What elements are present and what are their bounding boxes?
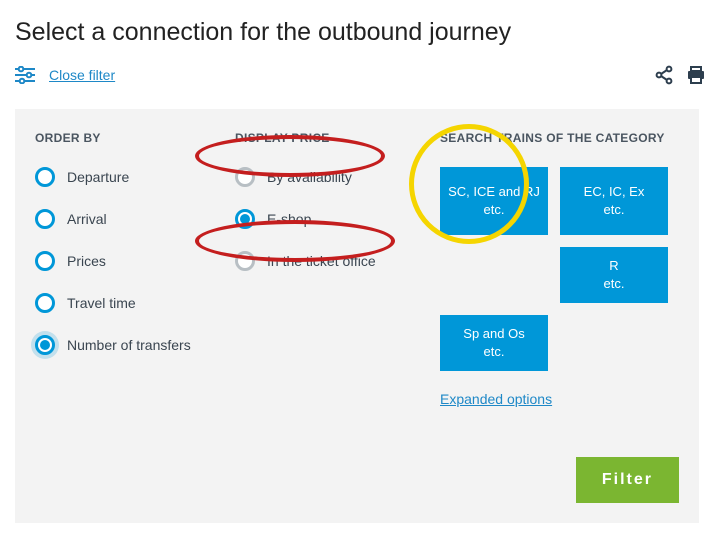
radio-availability[interactable]: By availability: [235, 167, 440, 187]
category-ec-ic-ex[interactable]: EC, IC, Exetc.: [560, 167, 668, 235]
display-price-section: DISPLAY PRICE By availability E-shop In …: [235, 131, 440, 409]
radio-icon: [235, 167, 255, 187]
radio-icon: [35, 209, 55, 229]
radio-label: E-shop: [267, 211, 311, 227]
radio-prices[interactable]: Prices: [35, 251, 235, 271]
category-heading: SEARCH TRAINS OF THE CATEGORY: [440, 131, 679, 145]
radio-icon: [35, 335, 55, 355]
category-r[interactable]: Retc.: [560, 247, 668, 303]
radio-icon: [35, 167, 55, 187]
radio-label: Departure: [67, 169, 129, 185]
radio-travel-time[interactable]: Travel time: [35, 293, 235, 313]
radio-label: By availability: [267, 169, 352, 185]
radio-eshop[interactable]: E-shop: [235, 209, 440, 229]
radio-label: Prices: [67, 253, 106, 269]
category-section: SEARCH TRAINS OF THE CATEGORY SC, ICE an…: [440, 131, 679, 409]
order-by-heading: ORDER BY: [35, 131, 235, 145]
close-filter-link[interactable]: Close filter: [49, 67, 115, 83]
category-sp-os[interactable]: Sp and Osetc.: [440, 315, 548, 371]
category-sc-ice-rj[interactable]: SC, ICE and RJetc.: [440, 167, 548, 235]
filter-panel: ORDER BY Departure Arrival Prices Travel…: [15, 109, 699, 523]
radio-icon: [235, 251, 255, 271]
filter-button[interactable]: Filter: [576, 457, 679, 503]
radio-icon: [35, 251, 55, 271]
radio-ticket-office[interactable]: In the ticket office: [235, 251, 440, 271]
radio-departure[interactable]: Departure: [35, 167, 235, 187]
display-price-heading: DISPLAY PRICE: [235, 131, 440, 145]
topbar: Close filter: [0, 47, 714, 95]
radio-icon: [35, 293, 55, 313]
expanded-options-link[interactable]: Expanded options: [440, 391, 552, 407]
radio-label: Arrival: [67, 211, 107, 227]
radio-label: Travel time: [67, 295, 136, 311]
share-icon[interactable]: [654, 65, 674, 85]
radio-label: Number of transfers: [67, 337, 191, 353]
radio-label: In the ticket office: [267, 253, 376, 269]
radio-icon: [235, 209, 255, 229]
order-by-section: ORDER BY Departure Arrival Prices Travel…: [35, 131, 235, 409]
radio-transfers[interactable]: Number of transfers: [35, 335, 235, 355]
sliders-icon[interactable]: [15, 66, 35, 84]
print-icon[interactable]: [686, 65, 706, 85]
page-title: Select a connection for the outbound jou…: [0, 0, 714, 47]
radio-arrival[interactable]: Arrival: [35, 209, 235, 229]
